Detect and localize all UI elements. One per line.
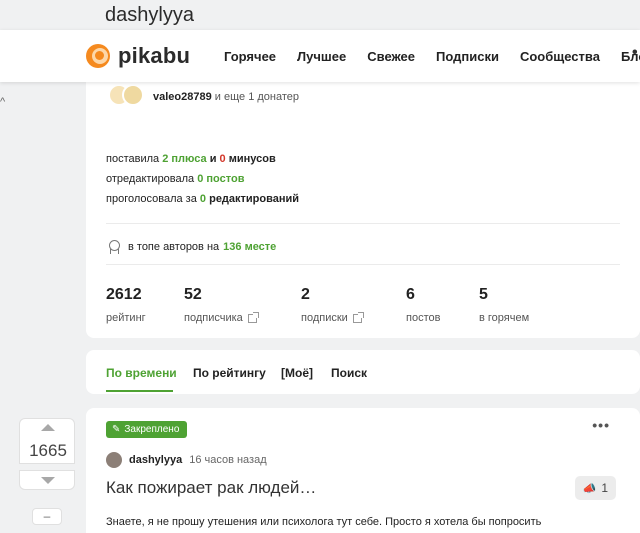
nav-best[interactable]: Лучшее	[297, 49, 346, 64]
donor-name[interactable]: valeo28789	[153, 91, 212, 103]
vote-down-button[interactable]	[19, 470, 75, 490]
medal-icon	[108, 240, 120, 254]
top-authors-line: в топе авторов на 136 месте	[108, 240, 276, 254]
divider	[106, 264, 620, 265]
pin-icon: ✎	[112, 424, 121, 435]
logo-text: pikabu	[118, 43, 191, 68]
profile-card: valeo28789 и еще 1 донатер поставила 2 п…	[86, 70, 640, 338]
external-link-icon	[352, 311, 364, 323]
author-name[interactable]: dashylyya	[129, 454, 182, 466]
tab-by-rating[interactable]: По рейтингу	[193, 366, 266, 380]
tab-by-time[interactable]: По времени	[106, 366, 177, 380]
nav-communities[interactable]: Сообщества	[520, 49, 600, 64]
pikabu-logo[interactable]: pikabu	[86, 43, 190, 69]
collapse-button[interactable]: –	[32, 508, 62, 525]
nav-new[interactable]: Свежее	[367, 49, 415, 64]
metric-subscriptions[interactable]: 2 подписки	[301, 286, 364, 324]
comments-button[interactable]: 📣 1	[574, 476, 616, 500]
metric-hot: 5 в горячем	[479, 286, 530, 324]
nav-hot[interactable]: Горячее	[224, 49, 276, 64]
chevron-up-icon[interactable]: ^	[0, 96, 5, 108]
main-nav: Горячее Лучшее Свежее Подписки Сообществ…	[224, 49, 640, 64]
comments-count: 1	[601, 481, 608, 495]
pinned-badge: ✎ Закреплено	[106, 421, 188, 438]
nav-subscriptions[interactable]: Подписки	[436, 49, 499, 64]
more-options-icon[interactable]: •••	[592, 417, 610, 433]
nav-more-icon[interactable]: •	[632, 44, 638, 62]
post-time: 16 часов назад	[189, 454, 267, 466]
top-place[interactable]: 136 месте	[223, 241, 276, 253]
pikabu-logo-icon	[86, 44, 110, 68]
edits-line: отредактировала 0 постов	[106, 173, 245, 185]
activity-stats: поставила 2 плюса и 0 минусов отредактир…	[106, 149, 299, 209]
donor-avatars[interactable]	[108, 82, 148, 106]
profile-username: dashylyya	[105, 4, 194, 26]
metric-posts: 6 постов	[406, 286, 441, 324]
donor-avatar	[122, 84, 144, 106]
vote-up-icon[interactable]	[41, 424, 55, 431]
author-avatar[interactable]	[106, 452, 122, 468]
tab-mine[interactable]: [Моё]	[281, 366, 313, 380]
metric-subscribers[interactable]: 52 подписчика	[184, 286, 259, 324]
post-card: ✎ Закреплено ••• dashylyya 16 часов наза…	[86, 408, 640, 533]
post-excerpt: Знаете, я не прошу утешения или психолог…	[106, 516, 542, 528]
votes-line: поставила 2 плюса и 0 минусов	[106, 153, 276, 165]
tab-search[interactable]: Поиск	[331, 366, 367, 380]
post-author: dashylyya 16 часов назад	[106, 452, 267, 468]
post-title[interactable]: Как пожирает рак людей…	[106, 478, 316, 498]
metric-rating: 2612 рейтинг	[106, 286, 146, 324]
vote-count: 1665	[29, 441, 67, 460]
edit-votes-line: проголосовала за 0 редактирований	[106, 193, 300, 205]
divider	[106, 223, 620, 224]
vote-up-box: 1665	[19, 418, 75, 464]
donor-rest: и еще 1 донатер	[214, 91, 300, 103]
vote-down-icon	[41, 477, 55, 484]
external-link-icon	[247, 311, 259, 323]
top-header: pikabu Горячее Лучшее Свежее Подписки Со…	[0, 30, 640, 82]
donors-line: valeo28789 и еще 1 донатер	[153, 91, 299, 103]
active-tab-indicator	[106, 390, 173, 392]
megaphone-icon: 📣	[582, 482, 597, 495]
sort-tabs: По времени По рейтингу [Моё] Поиск	[86, 350, 640, 394]
